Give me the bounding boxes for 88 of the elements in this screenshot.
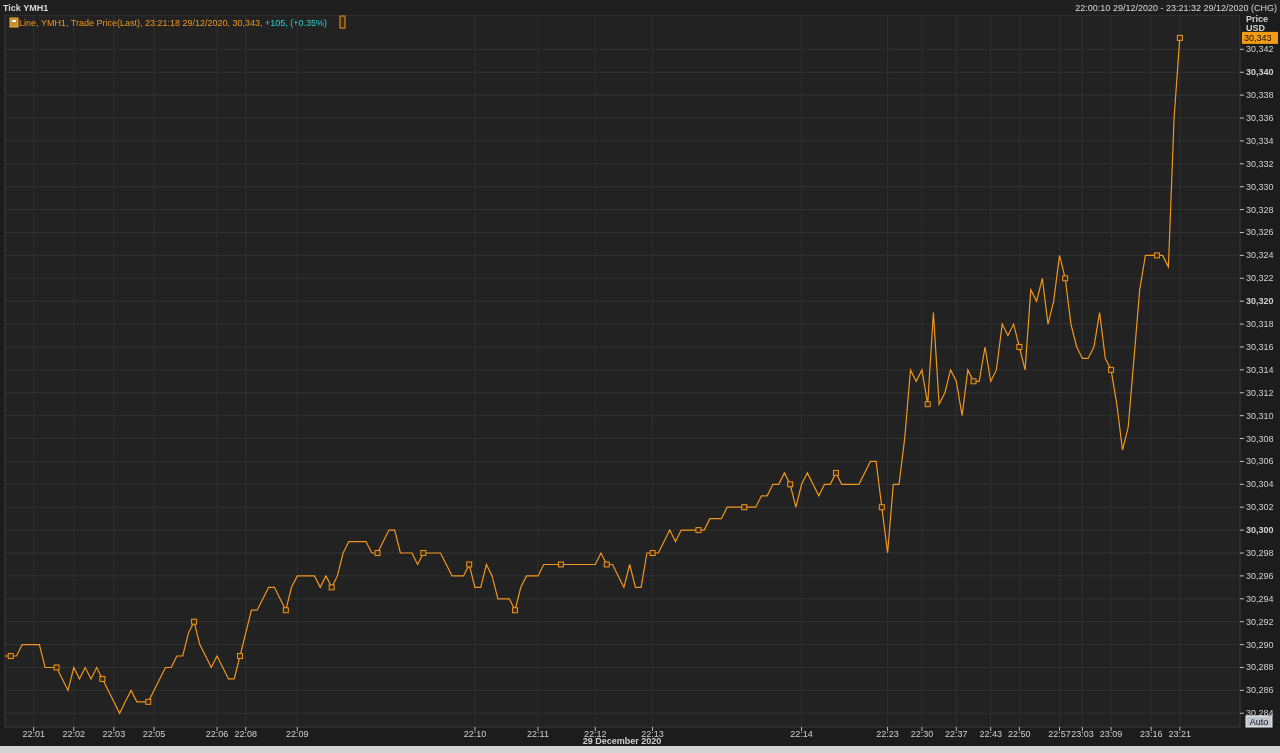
axis-label: 30,308	[1246, 433, 1274, 444]
point-marker	[1108, 366, 1115, 373]
date-label: 29 December 2020	[582, 736, 662, 746]
point-marker	[512, 607, 519, 614]
point-marker	[603, 561, 610, 568]
point-marker	[420, 550, 427, 556]
point-marker	[695, 527, 702, 534]
axis-label: 30,326	[1246, 227, 1274, 238]
axis-label: 23:03	[1071, 729, 1094, 739]
point-marker	[787, 481, 794, 488]
axis-label: 30,300	[1246, 525, 1274, 536]
axis-label: 30,328	[1246, 204, 1274, 215]
axis-label: 22:23	[876, 729, 899, 739]
axis-label: 22:09	[286, 729, 309, 739]
axis-label: 30,290	[1246, 639, 1274, 650]
axis-label: 30,288	[1246, 662, 1274, 673]
axis-label: 22:12	[584, 729, 607, 739]
axis-label: 30,298	[1246, 548, 1274, 558]
axis-label: 30,294	[1246, 593, 1274, 604]
axis-label: 30,342	[1246, 44, 1274, 55]
axis-label: 22:11	[527, 729, 549, 739]
point-marker	[832, 469, 839, 476]
axis-label: 22:10	[463, 729, 487, 739]
axis-label: 23:16	[1139, 729, 1163, 739]
axis-unit: USD	[1246, 23, 1265, 33]
point-marker	[1016, 343, 1023, 350]
axis-label: 22:13	[641, 729, 664, 739]
point-marker	[328, 584, 335, 591]
point-marker	[1062, 275, 1069, 282]
legend-text: Line, YMH1, Trade Price(Last), 23:21:18 29/12/2020, 30,343, +105, (+0.35%)	[19, 18, 328, 28]
point-marker	[466, 561, 473, 568]
point-marker	[970, 378, 977, 385]
axis-label: 30,338	[1246, 90, 1274, 101]
axis-label: 30,306	[1246, 456, 1274, 467]
point-marker	[1153, 252, 1160, 259]
axis-label: 30,302	[1246, 502, 1274, 513]
axis-label: 30,318	[1246, 319, 1274, 330]
axis-label: 30,292	[1246, 616, 1274, 627]
point-marker	[649, 550, 656, 556]
axis-label: 30,334	[1246, 135, 1274, 146]
axis-label: 22:37	[945, 729, 968, 739]
axis-label: 30,312	[1246, 387, 1274, 398]
axis-label: 22:50	[1008, 729, 1031, 739]
axis-label: 22:03	[102, 729, 126, 739]
point-marker	[741, 504, 748, 511]
axis-label: 22:30	[910, 729, 934, 739]
point-marker	[7, 653, 14, 660]
axis-label: 22:06	[205, 729, 229, 739]
point-marker	[145, 698, 152, 705]
axis-label: 22:08	[234, 729, 257, 739]
point-marker	[191, 618, 198, 625]
point-marker	[236, 653, 243, 660]
axis-label: 22:01	[22, 729, 45, 739]
point-marker	[557, 561, 564, 568]
axis-label: 30,310	[1246, 410, 1274, 421]
point-marker	[374, 550, 381, 556]
axis-label: 22:57	[1048, 729, 1071, 739]
point-marker	[282, 607, 289, 614]
point-marker	[1176, 34, 1183, 41]
axis-label: 30,330	[1246, 181, 1274, 192]
axis-label: 30,296	[1246, 570, 1274, 581]
axis-label: 23:21	[1168, 729, 1192, 739]
axis-label: 30,304	[1246, 479, 1274, 490]
axis-label: 30,314	[1246, 364, 1274, 375]
point-marker	[878, 504, 885, 511]
point-marker	[53, 664, 60, 671]
axis-label: 22:43	[979, 729, 1002, 739]
axis-label: 30,336	[1246, 113, 1274, 123]
axis-label: 30,316	[1246, 341, 1274, 352]
resize-handle-icon[interactable]	[339, 15, 346, 29]
axis-label: 30,324	[1246, 250, 1274, 261]
chart-title: Tick YMH1	[3, 2, 49, 13]
auto-button[interactable]: Auto	[1245, 715, 1273, 728]
axis-label: 22:14	[790, 729, 813, 739]
horizontal-scrollbar[interactable]	[0, 746, 1280, 753]
axis-label: 30,322	[1246, 273, 1274, 284]
axis-title: Price	[1246, 15, 1269, 24]
axis-label: 30,320	[1246, 296, 1274, 307]
last-price-tag: 30,343	[1242, 31, 1278, 44]
axis-label: 30,340	[1246, 67, 1274, 78]
axis-label: 30,332	[1246, 158, 1274, 169]
axis-label: 23:09	[1099, 729, 1123, 739]
axis-label: 22:02	[62, 729, 86, 739]
point-marker	[99, 675, 106, 682]
point-marker	[924, 401, 931, 408]
axis-label: 30,286	[1246, 685, 1274, 696]
time-range: 22:00:10 29/12/2020 - 23:21:32 29/12/2020 (CHG)	[1075, 2, 1277, 13]
axis-label: 22:05	[142, 729, 166, 739]
